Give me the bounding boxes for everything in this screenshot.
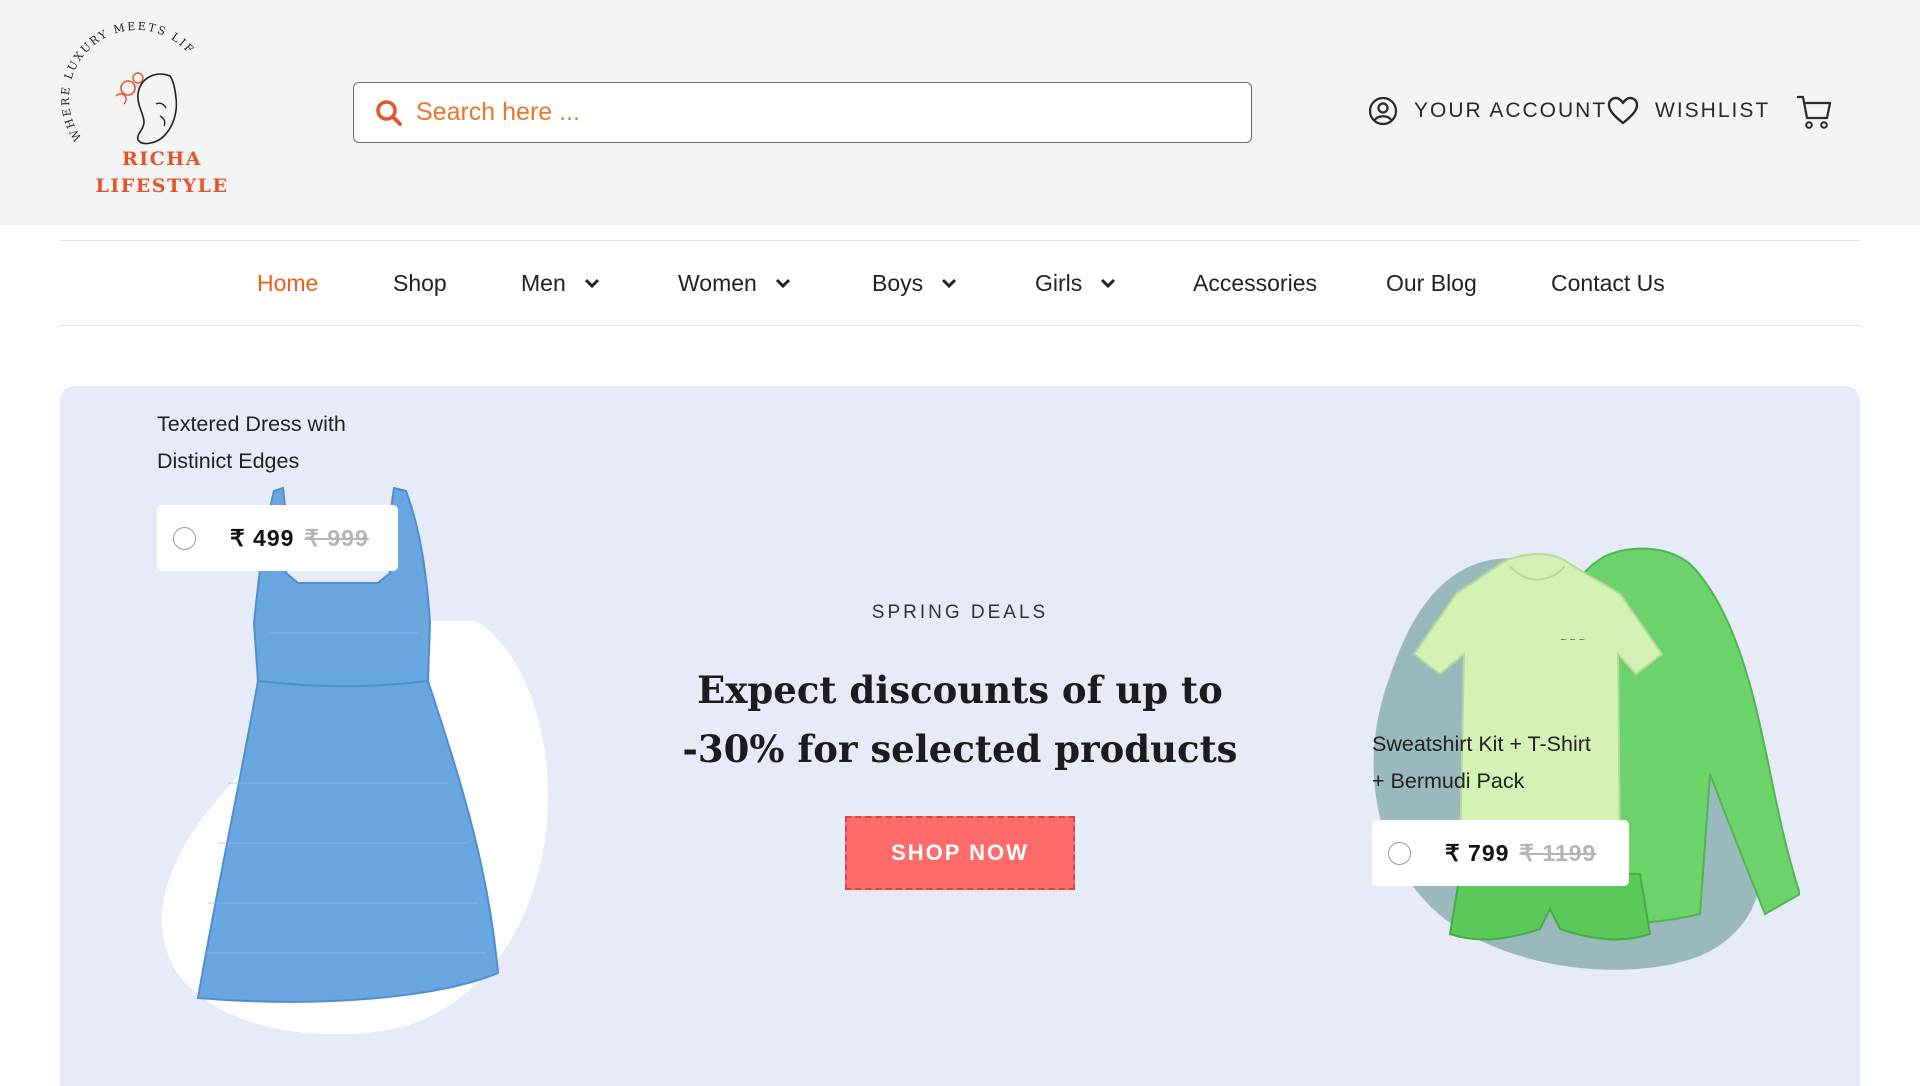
- nav-item-label: Our Blog: [1386, 269, 1477, 296]
- price-card[interactable]: ₹ 799 ₹ 1199: [1372, 820, 1629, 886]
- wishlist-link[interactable]: WISHLIST: [1607, 96, 1770, 126]
- nav-item-label: Contact Us: [1551, 269, 1665, 296]
- heart-icon: [1607, 96, 1639, 125]
- cart-icon: [1797, 95, 1832, 129]
- chevron-down-icon: [1101, 278, 1116, 289]
- site-header: WHERE LUXURY MEETS LIFESTYLE RICHA LIFES…: [0, 0, 1920, 225]
- svg-text:WHERE LUXURY MEETS LIFESTYLE: WHERE LUXURY MEETS LIFESTYLE: [52, 18, 197, 143]
- brand-logo[interactable]: WHERE LUXURY MEETS LIFESTYLE RICHA LIFES…: [46, 8, 242, 200]
- product-title-line1: Sweatshirt Kit + T-Shirt: [1372, 732, 1591, 756]
- search-input[interactable]: [416, 98, 1216, 127]
- hero-headline-line1: Expect discounts of up to: [697, 668, 1223, 712]
- brand-name: RICHA LIFESTYLE: [92, 146, 232, 200]
- main-nav: Home Shop Men Women Boys Girls Accessori…: [60, 240, 1860, 326]
- nav-item-label: Girls: [1035, 269, 1083, 296]
- chevron-down-icon: [775, 278, 790, 289]
- brand-name-line1: RICHA: [122, 148, 202, 170]
- product-title-line2: Distinict Edges: [157, 449, 300, 473]
- nav-item-label: Women: [678, 269, 757, 296]
- product-title-line2: + Bermudi Pack: [1372, 769, 1525, 793]
- nav-item-men[interactable]: Men: [521, 241, 600, 325]
- nav-item-boys[interactable]: Boys: [872, 241, 957, 325]
- nav-item-our-blog[interactable]: Our Blog: [1386, 241, 1477, 325]
- chevron-down-icon: [942, 278, 957, 289]
- user-circle-icon: [1368, 96, 1398, 126]
- search-bar[interactable]: [353, 82, 1252, 143]
- radio-button[interactable]: [1388, 841, 1411, 865]
- nav-item-contact-us[interactable]: Contact Us: [1551, 241, 1665, 325]
- wishlist-label: WISHLIST: [1655, 99, 1771, 122]
- tshirt-print-icon: ~ ~ ~: [1560, 635, 1585, 644]
- nav-item-accessories[interactable]: Accessories: [1193, 241, 1317, 325]
- nav-item-label: Accessories: [1193, 269, 1317, 296]
- chevron-down-icon: [584, 278, 599, 289]
- nav-item-women[interactable]: Women: [678, 241, 791, 325]
- hero-headline: Expect discounts of up to -30% for selec…: [630, 661, 1290, 779]
- price-card[interactable]: ₹ 499 ₹ 999: [157, 505, 398, 571]
- nav-item-label: Boys: [872, 269, 924, 296]
- radio-button[interactable]: [173, 526, 196, 550]
- nav-item-label: Home: [257, 269, 319, 296]
- price-original: ₹ 999: [304, 524, 369, 551]
- hero-copy: SPRING DEALS Expect discounts of up to -…: [630, 602, 1290, 890]
- cart-button[interactable]: [1795, 93, 1833, 136]
- brand-name-line2: LIFESTYLE: [95, 175, 229, 197]
- nav-item-girls[interactable]: Girls: [1035, 241, 1116, 325]
- nav-item-shop[interactable]: Shop: [393, 241, 447, 325]
- product-title[interactable]: Sweatshirt Kit + T-Shirt + Bermudi Pack: [1372, 726, 1591, 800]
- product-title-line1: Textered Dress with: [157, 412, 346, 436]
- account-label: YOUR ACCOUNT: [1414, 99, 1608, 122]
- hero-banner: Textered Dress with Distinict Edges ₹ 49…: [60, 386, 1860, 1086]
- nav-item-home[interactable]: Home: [257, 241, 318, 325]
- nav-item-label: Men: [521, 269, 566, 296]
- search-icon[interactable]: [374, 98, 404, 128]
- price-current: ₹ 799: [1445, 839, 1510, 866]
- price-current: ₹ 499: [230, 524, 295, 551]
- hero-eyebrow: SPRING DEALS: [871, 602, 1049, 623]
- product-title[interactable]: Textered Dress with Distinict Edges: [157, 406, 346, 480]
- nav-item-label: Shop: [393, 269, 447, 296]
- price-original: ₹ 1199: [1519, 839, 1597, 866]
- shop-now-button[interactable]: SHOP NOW: [845, 816, 1075, 890]
- account-link[interactable]: YOUR ACCOUNT: [1368, 96, 1607, 126]
- hero-headline-line2: -30% for selected products: [682, 727, 1238, 771]
